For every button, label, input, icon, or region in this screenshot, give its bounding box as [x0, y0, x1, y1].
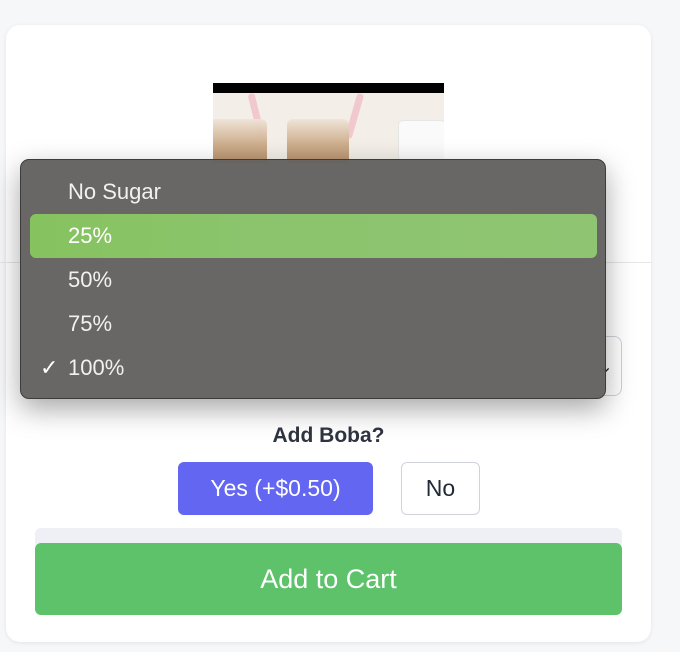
menu-item-no-sugar[interactable]: No Sugar — [30, 170, 597, 214]
menu-item-label: No Sugar — [68, 179, 161, 204]
menu-item-75[interactable]: 75% — [30, 302, 597, 346]
boba-yes-button[interactable]: Yes (+$0.50) — [178, 462, 373, 515]
menu-item-label: 50% — [68, 267, 113, 292]
boba-label: Add Boba? — [272, 424, 385, 447]
cup-right — [287, 119, 349, 163]
menu-item-100[interactable]: ✓ 100% — [30, 346, 597, 390]
product-image — [213, 83, 444, 163]
menu-item-label: 100% — [68, 355, 125, 380]
image-top-bar — [213, 83, 444, 93]
sugar-dropdown-menu: No Sugar 25% 50% 75% ✓ 100% — [20, 159, 606, 399]
checkmark-icon: ✓ — [40, 355, 59, 380]
add-to-cart-button[interactable]: Add to Cart — [35, 543, 622, 615]
mug — [399, 121, 444, 161]
boba-no-button[interactable]: No — [401, 462, 480, 515]
cup-left — [213, 119, 267, 163]
menu-item-label: 25% — [68, 223, 113, 248]
menu-item-label: 75% — [68, 311, 113, 336]
menu-item-50[interactable]: 50% — [30, 258, 597, 302]
menu-item-25[interactable]: 25% — [30, 214, 597, 258]
